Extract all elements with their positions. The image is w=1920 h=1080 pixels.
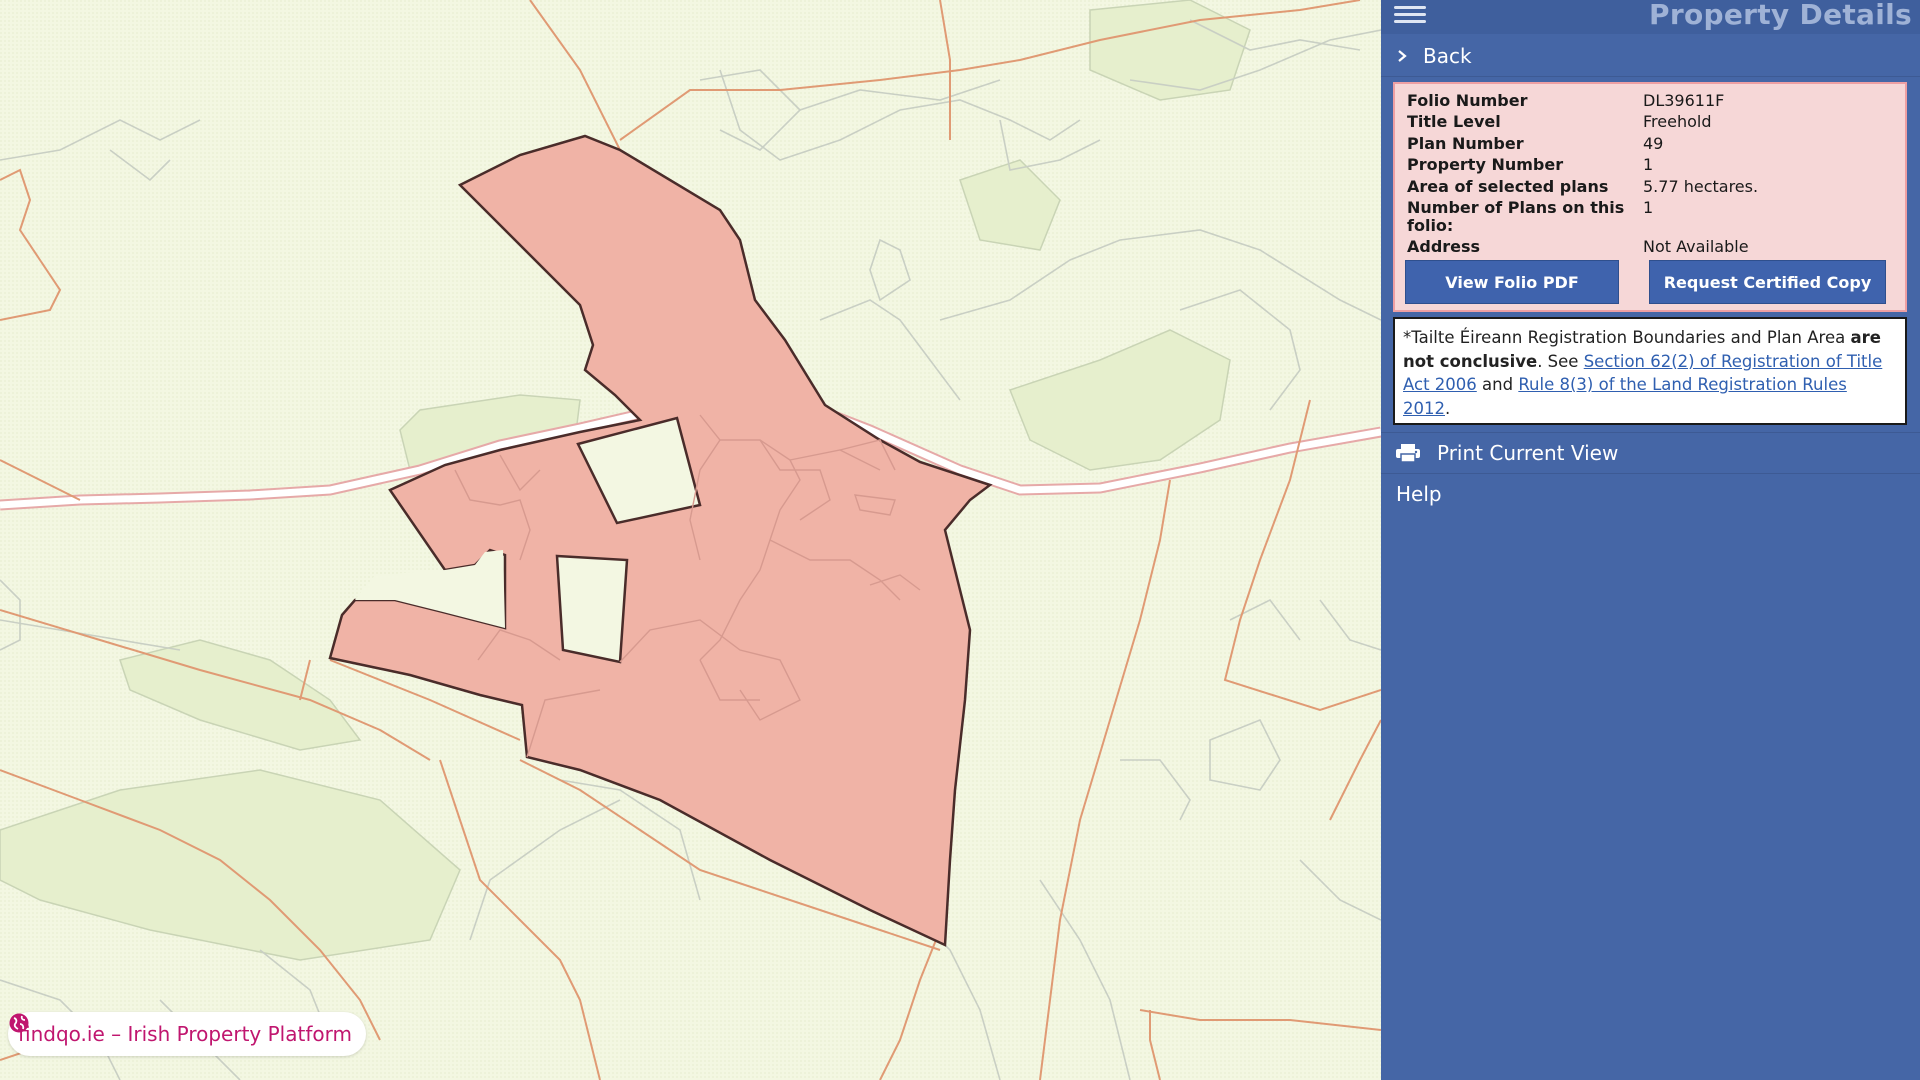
detail-key: Number of Plans on this folio: — [1407, 198, 1625, 235]
disclaimer-middle: . See — [1537, 351, 1584, 371]
print-current-view-button[interactable]: Print Current View — [1381, 432, 1920, 474]
globe-icon — [9, 1013, 29, 1033]
disclaimer-prefix: *Tailte Éireann Registration Boundaries … — [1403, 328, 1851, 347]
detail-value: 1 — [1643, 155, 1654, 174]
detail-key: Title Level — [1407, 112, 1501, 131]
view-folio-pdf-button[interactable]: View Folio PDF — [1405, 260, 1619, 304]
back-label: Back — [1423, 44, 1472, 68]
brand-badge-text: findqo.ie – Irish Property Platform — [18, 1022, 352, 1046]
detail-value: Freehold — [1643, 112, 1712, 131]
map-canvas[interactable] — [0, 0, 1381, 1080]
detail-value: 49 — [1643, 134, 1664, 153]
back-button[interactable]: Back — [1381, 36, 1920, 77]
hamburger-icon[interactable] — [1394, 4, 1426, 26]
detail-key: Plan Number — [1407, 134, 1524, 153]
printer-icon — [1396, 444, 1420, 463]
brand-badge[interactable]: findqo.ie – Irish Property Platform — [8, 1012, 366, 1056]
request-certified-copy-button[interactable]: Request Certified Copy — [1649, 260, 1886, 304]
folio-details-box: Folio Number DL39611F Title Level Freeho… — [1393, 82, 1907, 312]
disclaimer-and: and — [1476, 375, 1519, 394]
detail-key: Property Number — [1407, 155, 1564, 174]
detail-value: 1 — [1643, 198, 1654, 217]
detail-key: Folio Number — [1407, 91, 1528, 110]
panel-header: Property Details — [1381, 0, 1920, 34]
disclaimer-suffix: . — [1445, 398, 1451, 418]
detail-key: Address — [1407, 237, 1481, 256]
help-label: Help — [1396, 482, 1442, 506]
panel-title: Property Details — [1649, 0, 1912, 31]
help-button[interactable]: Help — [1381, 474, 1920, 514]
detail-value: DL39611F — [1643, 91, 1725, 110]
print-label: Print Current View — [1437, 441, 1619, 465]
detail-key: Area of selected plans — [1407, 177, 1609, 196]
disclaimer-box: *Tailte Éireann Registration Boundaries … — [1393, 317, 1907, 425]
map-view[interactable]: findqo.ie – Irish Property Platform — [0, 0, 1381, 1080]
chevron-right-icon — [1398, 50, 1407, 62]
property-details-panel: Property Details Back Folio Number DL396… — [1381, 0, 1920, 1080]
detail-value: Not Available — [1643, 237, 1749, 256]
detail-value: 5.77 hectares. — [1643, 177, 1759, 196]
